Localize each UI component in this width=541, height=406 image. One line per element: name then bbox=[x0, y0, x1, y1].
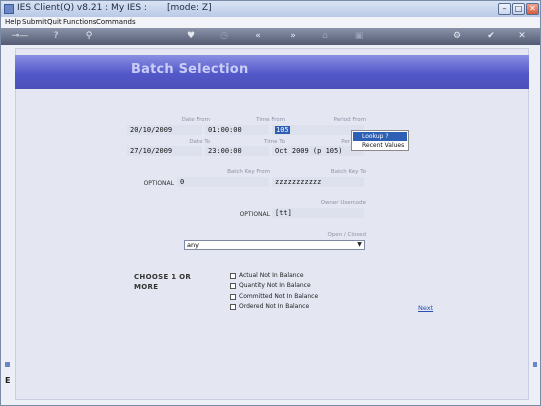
check-icon[interactable]: ✔ bbox=[485, 31, 497, 42]
menu-item-functions[interactable]: Functions bbox=[63, 18, 96, 26]
date-from-field[interactable]: 20/10/2009 bbox=[127, 125, 202, 135]
time-to-label: Time To bbox=[264, 139, 285, 145]
menu-item-quit[interactable]: Quit bbox=[47, 18, 62, 26]
search-icon[interactable]: ⚲ bbox=[83, 31, 95, 42]
maximize-button[interactable]: □ bbox=[512, 3, 525, 15]
choose-label-line2: MORE bbox=[134, 283, 159, 291]
checkbox-label-ordered: Ordered Not In Balance bbox=[239, 303, 310, 310]
choose-label-line1: CHOOSE 1 OR bbox=[134, 273, 192, 281]
open-closed-value: any bbox=[187, 241, 199, 249]
checkbox-committed-not-in-balance[interactable] bbox=[230, 294, 236, 300]
checkbox-actual-not-in-balance[interactable] bbox=[230, 273, 236, 279]
menu-item-help[interactable]: Help bbox=[5, 18, 21, 26]
lookup-popup: Lookup ? Recent Values bbox=[351, 130, 409, 151]
checkbox-label-quantity: Quantity Not In Balance bbox=[239, 282, 311, 289]
open-closed-select[interactable]: any ▼ bbox=[184, 240, 365, 250]
app-icon bbox=[4, 4, 14, 14]
page-banner bbox=[15, 55, 529, 89]
toolbar: ⊸— ? ⚲ ♥ ◷ « » ⌂ ▣ ⚙ ✔ ✕ bbox=[1, 28, 540, 45]
date-to-label: Date To bbox=[189, 139, 210, 145]
date-to-field[interactable]: 27/10/2009 bbox=[127, 146, 202, 156]
help-icon[interactable]: ? bbox=[50, 31, 62, 42]
rewind-icon[interactable]: « bbox=[252, 31, 264, 42]
time-to-field[interactable]: 23:00:00 bbox=[205, 146, 269, 156]
checkbox-quantity-not-in-balance[interactable] bbox=[230, 283, 236, 289]
door-icon[interactable]: ⌂ bbox=[319, 31, 331, 42]
window-title: IES Client(Q) v8.21 : My IES : [mode: Z] bbox=[17, 3, 212, 13]
menu-item-commands[interactable]: Commands bbox=[96, 18, 136, 26]
next-link[interactable]: Next bbox=[418, 304, 433, 312]
date-from-label: Date From bbox=[181, 117, 210, 123]
fast-forward-icon[interactable]: » bbox=[287, 31, 299, 42]
choose-label: CHOOSE 1 OR MORE bbox=[134, 272, 191, 292]
title-bar: IES Client(Q) v8.21 : My IES : [mode: Z]… bbox=[1, 1, 540, 17]
owner-usercode-field[interactable]: [tt] bbox=[272, 208, 364, 218]
owner-usercode-label: Owner Usercode bbox=[320, 200, 366, 206]
right-scroll-marker bbox=[533, 362, 537, 367]
minimize-button[interactable]: – bbox=[498, 3, 511, 15]
chevron-down-icon[interactable]: ▼ bbox=[355, 241, 364, 249]
left-scroll-marker bbox=[5, 362, 10, 367]
optional-label-owner: OPTIONAL bbox=[239, 211, 270, 218]
batch-key-to-label: Batch Key To bbox=[330, 169, 366, 175]
batch-key-from-field[interactable]: 0 bbox=[177, 177, 269, 187]
menu-icon[interactable]: ▣ bbox=[353, 31, 365, 42]
close-icon[interactable]: ✕ bbox=[516, 31, 528, 42]
content-panel bbox=[15, 48, 529, 400]
clock-icon[interactable]: ◷ bbox=[218, 31, 230, 42]
settings-icon[interactable]: ⚙ bbox=[451, 31, 463, 42]
optional-label-batch: OPTIONAL bbox=[143, 180, 174, 187]
open-closed-label: Open / Closed bbox=[327, 232, 366, 238]
menu-bar: Help Submit Quit Functions Commands bbox=[1, 17, 540, 28]
close-window-button[interactable]: ✕ bbox=[526, 3, 539, 15]
period-from-value: 105 bbox=[275, 126, 290, 134]
key-icon[interactable]: ⊸— bbox=[9, 31, 31, 42]
popup-item-lookup[interactable]: Lookup ? bbox=[353, 132, 407, 141]
checkbox-label-committed: Committed Not In Balance bbox=[239, 293, 319, 300]
checkbox-label-actual: Actual Not In Balance bbox=[239, 272, 304, 279]
heart-icon[interactable]: ♥ bbox=[185, 31, 197, 42]
page-title: Batch Selection bbox=[131, 62, 249, 77]
batch-key-from-label: Batch Key From bbox=[227, 169, 270, 175]
time-from-field[interactable]: 01:00:00 bbox=[205, 125, 269, 135]
time-from-label: Time From bbox=[256, 117, 285, 123]
side-e-icon[interactable]: E bbox=[5, 376, 10, 385]
menu-item-submit[interactable]: Submit bbox=[22, 18, 47, 26]
batch-key-to-field[interactable]: zzzzzzzzzzz bbox=[272, 177, 364, 187]
period-to-label: Per bbox=[341, 139, 350, 145]
checkbox-ordered-not-in-balance[interactable] bbox=[230, 304, 236, 310]
period-from-label: Period From bbox=[333, 117, 366, 123]
popup-item-recent-values[interactable]: Recent Values bbox=[353, 141, 407, 150]
